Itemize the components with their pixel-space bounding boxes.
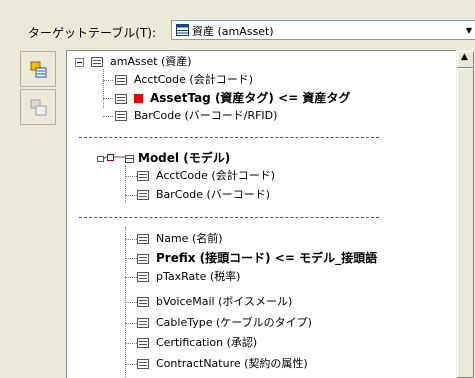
tree-item[interactable]: BarCode (バーコード/RFID) [115,107,277,125]
field-icon [137,272,149,282]
tree-item[interactable]: Certification (承認) [137,334,257,352]
field-icon [137,190,149,200]
vertical-scrollbar[interactable]: ▲ [456,50,475,378]
unmap-icon [30,99,47,116]
tree-item[interactable]: Name (名前) [137,230,223,248]
map-button[interactable] [20,51,56,87]
tree-item[interactable]: pTaxRate (税率) [137,268,240,286]
target-table-value: 資産 (amAsset) [192,25,274,38]
unmap-button[interactable] [20,89,56,125]
table-icon [176,24,189,36]
tree-item[interactable]: CableType (ケーブルのタイプ) [137,314,312,332]
field-icon [115,75,127,85]
field-icon [137,171,149,181]
field-icon [137,234,149,244]
field-icon [115,93,127,104]
tree-item[interactable]: AcctCode (会計コード) [137,167,275,185]
link-icon [97,153,134,163]
tree-item[interactable]: ContractNature (契約の属性) [137,355,308,373]
tree-root-label: amAsset (資産) [110,55,192,68]
collapse-icon[interactable] [75,58,84,67]
field-tree[interactable]: amAsset (資産) AcctCode (会計コード) AssetTag (… [66,50,456,378]
field-icon [137,318,149,328]
target-table-combo[interactable]: 資産 (amAsset) ▼ [171,20,475,40]
mapped-indicator-icon [134,94,143,103]
map-icon [30,61,47,78]
field-icon [137,253,149,264]
arrow-up-icon: ▲ [461,52,468,62]
field-icon [115,111,127,121]
field-icon [137,359,149,369]
field-icon [137,338,149,348]
tree-item[interactable]: BarCode (バーコード) [137,186,270,204]
target-table-label: ターゲットテーブル(T): [28,26,157,40]
tree-item[interactable]: bVoiceMail (ボイスメール) [137,293,292,311]
scroll-up-button[interactable]: ▲ [457,51,474,68]
tree-item[interactable]: AcctCode (会計コード) [115,71,253,89]
tree-item[interactable]: AssetTag (資産タグ) <= 資産タグ [115,89,350,107]
tree-item[interactable]: Prefix (接頭コード) <= モデル_接頭語 [137,249,377,267]
field-icon [137,297,149,307]
target-table-bar: ターゲットテーブル(T): 資産 (amAsset) ▼ [0,0,475,44]
tree-model-node[interactable]: Model (モデル) [97,149,230,167]
separator [79,217,379,218]
table-icon [91,57,103,67]
scroll-thumb[interactable] [457,68,474,378]
chevron-down-icon[interactable]: ▼ [466,26,472,35]
tree-model-label: Model (モデル) [138,151,231,165]
tree-root[interactable]: amAsset (資産) [91,53,192,71]
separator [79,137,379,138]
